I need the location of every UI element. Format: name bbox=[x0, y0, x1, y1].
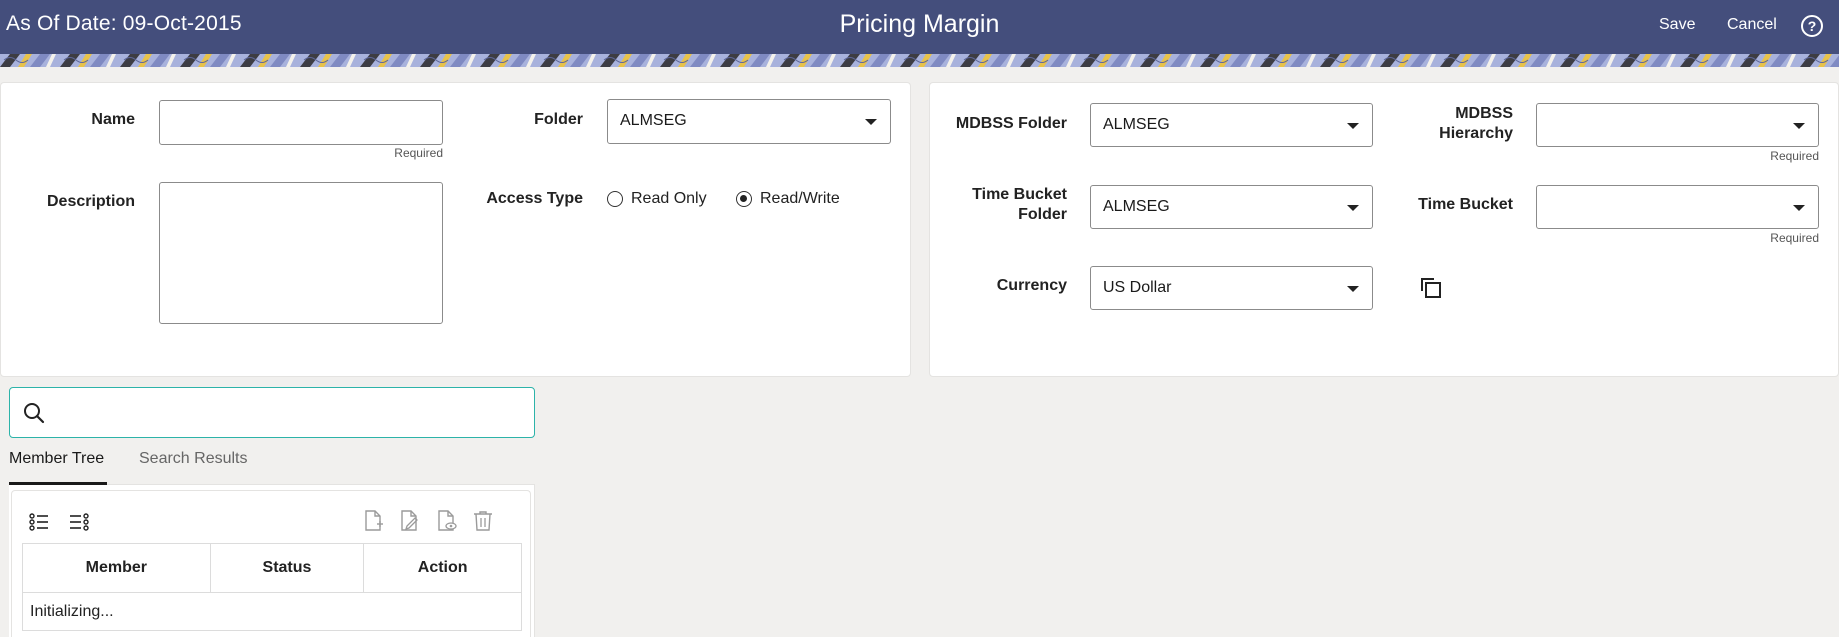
name-label: Name bbox=[91, 111, 135, 128]
description-textarea[interactable] bbox=[159, 182, 443, 324]
currency-select[interactable]: US Dollar bbox=[1090, 266, 1373, 310]
time-bucket-folder-label: Time Bucket Folder bbox=[972, 186, 1067, 223]
name-required-hint: Required bbox=[394, 146, 443, 160]
folder-label: Folder bbox=[534, 111, 583, 128]
currency-select-value: US Dollar bbox=[1103, 279, 1172, 296]
mdbss-hierarchy-select[interactable] bbox=[1536, 103, 1819, 147]
expand-all-icon[interactable] bbox=[29, 513, 49, 531]
chevron-down-icon bbox=[1347, 205, 1359, 211]
mdbss-folder-label: MDBSS Folder bbox=[955, 115, 1067, 132]
name-input[interactable] bbox=[159, 100, 443, 145]
search-field[interactable] bbox=[9, 387, 535, 438]
chevron-down-icon bbox=[1793, 205, 1805, 211]
search-icon bbox=[24, 403, 45, 424]
column-header-status[interactable]: Status bbox=[209, 543, 365, 593]
radio-read-write-label: Read/Write bbox=[760, 190, 840, 207]
chevron-down-icon bbox=[1793, 123, 1805, 129]
page-title: Pricing Margin bbox=[839, 10, 1000, 38]
radio-read-write[interactable]: Read/Write bbox=[736, 190, 840, 208]
time-bucket-select[interactable] bbox=[1536, 185, 1819, 229]
time-bucket-label: Time Bucket bbox=[1418, 196, 1513, 213]
mdbss-hierarchy-required-hint: Required bbox=[1770, 149, 1819, 163]
add-member-icon[interactable] bbox=[364, 510, 384, 532]
mdbss-folder-select-value: ALMSEG bbox=[1103, 116, 1170, 133]
column-header-member[interactable]: Member bbox=[22, 543, 211, 593]
help-icon[interactable]: ? bbox=[1801, 15, 1823, 37]
table-row: Initializing... bbox=[22, 592, 522, 631]
decorative-banner bbox=[0, 54, 1839, 67]
banner-pattern bbox=[0, 54, 1839, 67]
chevron-down-icon bbox=[865, 119, 877, 125]
search-input[interactable] bbox=[56, 396, 516, 430]
tree-status-text: Initializing... bbox=[22, 592, 522, 631]
folder-select-value: ALMSEG bbox=[620, 112, 687, 129]
view-member-icon[interactable] bbox=[437, 510, 457, 532]
radio-unchecked-icon bbox=[607, 191, 623, 207]
time-bucket-required-hint: Required bbox=[1770, 231, 1819, 245]
mdbss-hierarchy-label: MDBSS Hierarchy bbox=[1439, 105, 1513, 142]
radio-checked-icon bbox=[736, 191, 752, 207]
currency-label: Currency bbox=[996, 277, 1067, 294]
folder-select[interactable]: ALMSEG bbox=[607, 99, 891, 144]
copy-icon[interactable] bbox=[1420, 277, 1442, 299]
radio-read-only[interactable]: Read Only bbox=[607, 190, 707, 208]
mdbss-folder-select[interactable]: ALMSEG bbox=[1090, 103, 1373, 147]
time-bucket-folder-select[interactable]: ALMSEG bbox=[1090, 185, 1373, 229]
chevron-down-icon bbox=[1347, 286, 1359, 292]
cancel-button[interactable]: Cancel bbox=[1727, 16, 1777, 34]
edit-member-icon[interactable] bbox=[400, 510, 420, 532]
delete-member-icon[interactable] bbox=[473, 510, 493, 532]
save-button[interactable]: Save bbox=[1659, 16, 1695, 34]
tab-member-tree[interactable]: Member Tree bbox=[9, 450, 104, 468]
time-bucket-folder-select-value: ALMSEG bbox=[1103, 198, 1170, 215]
tab-search-results[interactable]: Search Results bbox=[139, 450, 248, 468]
column-header-action[interactable]: Action bbox=[363, 543, 522, 593]
table-header-row: Member Status Action bbox=[22, 543, 522, 593]
member-table: Member Status Action Initializing... bbox=[22, 543, 522, 631]
description-label: Description bbox=[46, 193, 135, 210]
chevron-down-icon bbox=[1347, 123, 1359, 129]
collapse-all-icon[interactable] bbox=[69, 513, 89, 531]
radio-read-only-label: Read Only bbox=[631, 190, 707, 207]
access-type-label: Access Type bbox=[486, 190, 583, 207]
header-bar: As Of Date: 09-Oct-2015 Pricing Margin S… bbox=[0, 0, 1839, 54]
